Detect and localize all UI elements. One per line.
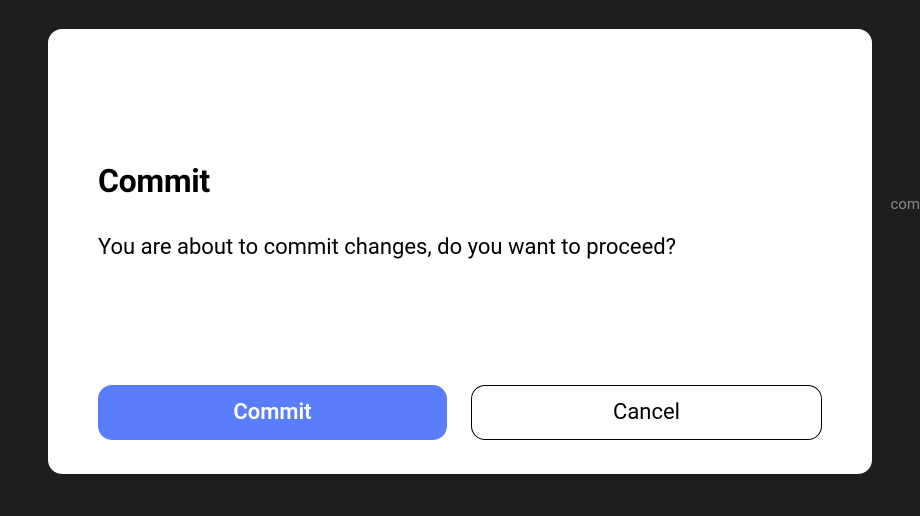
modal-body: Commit You are about to commit changes, …	[48, 29, 872, 385]
modal-title: Commit	[98, 162, 822, 200]
commit-button[interactable]: Commit	[98, 385, 447, 440]
cancel-button[interactable]: Cancel	[471, 385, 822, 440]
modal-footer: Commit Cancel	[48, 385, 872, 474]
modal-message: You are about to commit changes, do you …	[98, 234, 822, 263]
background-text-fragment: com	[890, 195, 920, 213]
confirmation-modal: Commit You are about to commit changes, …	[48, 29, 872, 474]
